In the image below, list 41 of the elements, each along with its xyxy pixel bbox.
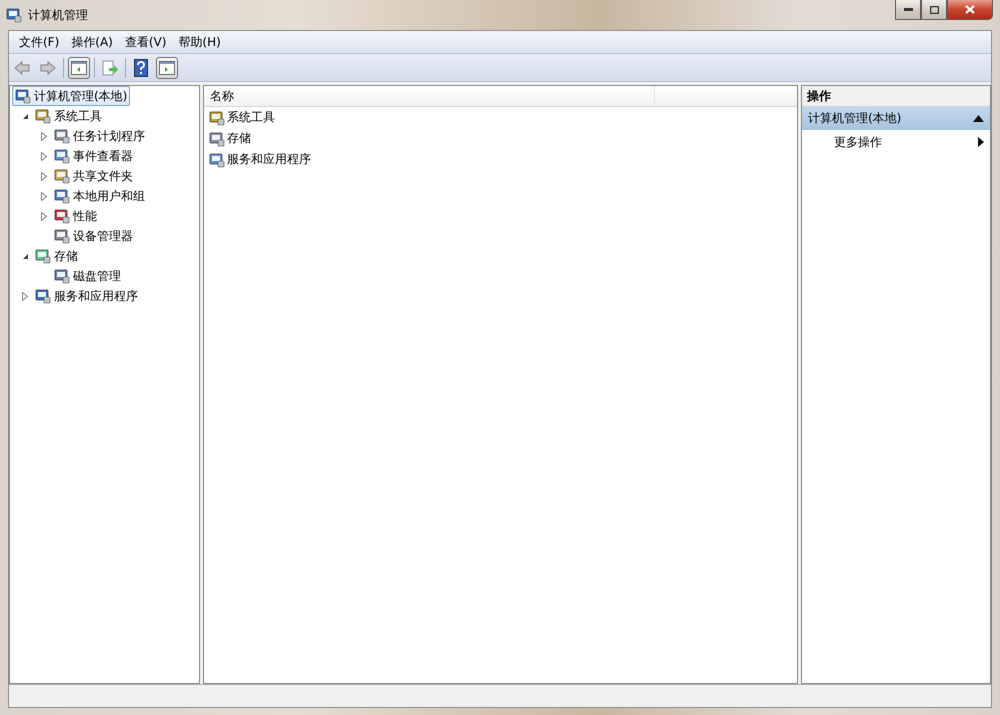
window-title: 计算机管理 <box>28 6 89 24</box>
collapse-icon <box>973 115 984 122</box>
tree-item[interactable]: 磁盘管理 <box>51 266 124 286</box>
tree-item[interactable]: 存储 <box>32 246 81 266</box>
actions-header: 操作 <box>802 86 990 107</box>
tree-item[interactable]: 任务计划程序 <box>51 126 148 146</box>
expand-arrow-icon[interactable] <box>41 152 47 160</box>
close-button[interactable] <box>947 0 993 20</box>
collapse-arrow-icon[interactable] <box>22 252 28 260</box>
tree-item[interactable]: 设备管理器 <box>51 226 136 246</box>
tree-item[interactable]: 计算机管理(本地) <box>12 86 130 106</box>
list-item[interactable]: 存储 <box>204 128 797 149</box>
action-item[interactable]: 更多操作 <box>802 130 990 154</box>
menu-item[interactable]: 查看(V) <box>118 34 172 50</box>
action-pane-button[interactable] <box>156 56 178 78</box>
menu-item[interactable]: 帮助(H) <box>172 34 227 50</box>
expand-arrow-icon[interactable] <box>22 292 28 300</box>
actions-section[interactable]: 计算机管理(本地) <box>802 107 990 130</box>
tree-item[interactable]: 共享文件夹 <box>51 166 136 186</box>
collapse-arrow-icon[interactable] <box>22 112 28 120</box>
list-item[interactable]: 系统工具 <box>204 107 797 128</box>
expand-arrow-icon[interactable] <box>41 132 47 140</box>
close-icon <box>965 5 975 14</box>
minimize-button[interactable] <box>895 0 921 20</box>
expand-arrow-icon[interactable] <box>41 212 47 220</box>
menu-item[interactable]: 文件(F) <box>13 34 66 50</box>
submenu-arrow-icon <box>978 137 984 147</box>
computer-icon <box>6 7 22 23</box>
tree-item[interactable]: 服务和应用程序 <box>32 286 141 306</box>
expand-arrow-icon[interactable] <box>41 172 47 180</box>
maximize-icon <box>930 6 938 14</box>
console-tree-button[interactable] <box>68 56 90 78</box>
maximize-button[interactable] <box>921 0 947 20</box>
tree-item[interactable]: 事件查看器 <box>51 146 136 166</box>
tree-item[interactable]: 性能 <box>51 206 100 226</box>
menu-item[interactable]: 操作(A) <box>65 34 119 50</box>
minimize-icon <box>904 8 912 11</box>
tree-item[interactable]: 本地用户和组 <box>51 186 148 206</box>
list-item[interactable]: 服务和应用程序 <box>204 149 797 170</box>
expand-arrow-icon[interactable] <box>41 192 47 200</box>
tree-item[interactable]: 系统工具 <box>32 106 105 126</box>
